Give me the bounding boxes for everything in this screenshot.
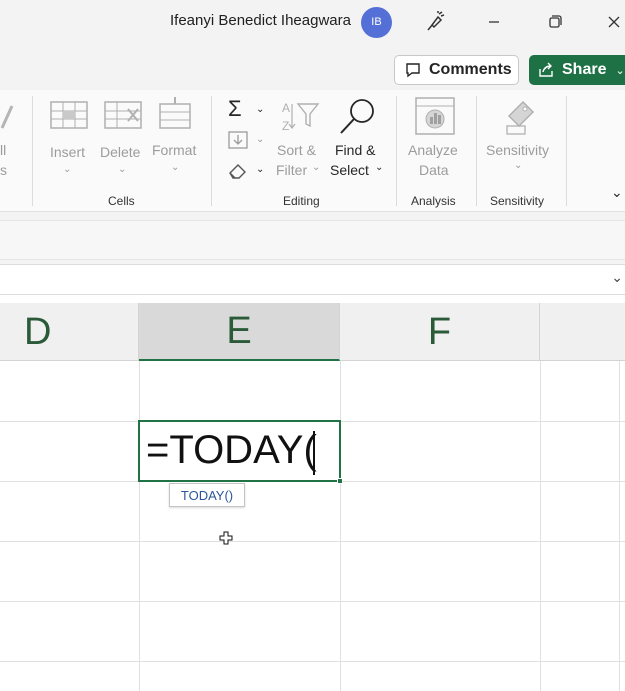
ribbon: ll s Insert ⌄ Delete ⌄ Format ⌄ Cells Σ …: [0, 90, 625, 212]
minimize-icon[interactable]: [482, 10, 506, 34]
format-cells-icon: [159, 97, 191, 129]
partial-ribbon-label-2: s: [0, 162, 7, 178]
autosum-dropdown-icon[interactable]: ⌄: [256, 104, 264, 115]
sort-filter-button[interactable]: Sort &: [277, 142, 316, 158]
sort-filter-icon: A Z: [282, 101, 320, 133]
sensitivity-button[interactable]: Sensitivity: [486, 142, 549, 158]
active-cell-e[interactable]: =TODAY(: [138, 420, 343, 484]
restore-icon[interactable]: [543, 10, 567, 34]
user-name: Ifeanyi Benedict Iheagwara: [170, 12, 351, 29]
title-bar: Ifeanyi Benedict Iheagwara IB: [0, 0, 625, 44]
column-header-f[interactable]: F: [340, 303, 540, 361]
find-select-dropdown-icon[interactable]: ⌄: [375, 162, 383, 173]
text-cursor: [313, 431, 315, 475]
delete-dropdown-icon[interactable]: ⌄: [118, 164, 126, 175]
sort-filter-dropdown-icon[interactable]: ⌄: [312, 162, 320, 173]
insert-cells-icon: [50, 101, 88, 129]
delete-cells-icon: [104, 101, 142, 129]
formula-bar[interactable]: [0, 220, 625, 260]
column-headers: D E F: [0, 303, 625, 361]
fill-icon[interactable]: [227, 130, 249, 150]
format-button[interactable]: Format: [152, 142, 196, 158]
share-label: Share: [562, 61, 607, 78]
action-row: Comments Share ⌄: [0, 44, 625, 90]
partial-paintbrush-icon: [0, 105, 14, 129]
insert-button[interactable]: Insert: [50, 144, 85, 160]
share-dropdown-icon[interactable]: ⌄: [615, 64, 624, 77]
comments-button[interactable]: Comments: [394, 55, 519, 85]
column-header-e[interactable]: E: [139, 303, 340, 361]
coauthoring-brush-icon[interactable]: [423, 10, 447, 34]
close-icon[interactable]: [602, 10, 625, 34]
find-select-button[interactable]: Find &: [335, 142, 375, 158]
ribbon-collapse-icon[interactable]: ⌄: [611, 184, 623, 201]
mouse-cross-cursor-icon: [219, 531, 233, 545]
share-icon: [539, 62, 553, 77]
comments-label: Comments: [429, 61, 512, 78]
user-avatar[interactable]: IB: [361, 7, 392, 38]
clear-dropdown-icon[interactable]: ⌄: [256, 164, 264, 175]
expand-formula-bar-icon[interactable]: ⌄: [611, 269, 623, 286]
formula-bar-area: [0, 212, 625, 264]
analyze-data-label-2: Data: [419, 162, 449, 178]
autosum-icon[interactable]: Σ: [228, 96, 242, 122]
column-header-g[interactable]: [540, 303, 625, 361]
svg-text:A: A: [282, 101, 290, 115]
delete-button[interactable]: Delete: [100, 144, 140, 160]
share-button[interactable]: Share ⌄: [529, 55, 625, 85]
magnifier-icon: [340, 99, 374, 134]
sensitivity-group-label: Sensitivity: [490, 194, 545, 208]
analysis-group-label: Analysis: [411, 194, 456, 208]
insert-dropdown-icon[interactable]: ⌄: [63, 164, 71, 175]
clear-eraser-icon[interactable]: [227, 160, 249, 180]
worksheet-grid[interactable]: D E F =TODAY( TODAY(): [0, 295, 625, 691]
analyze-data-icon: [415, 97, 455, 135]
sensitivity-dropdown-icon[interactable]: ⌄: [514, 160, 522, 171]
find-select-label-2: Select: [330, 162, 369, 178]
editing-group-label: Editing: [283, 194, 320, 208]
column-header-d[interactable]: D: [0, 303, 139, 361]
sensitivity-label-icon: [506, 100, 535, 135]
cell-formula-text: =TODAY(: [146, 428, 317, 472]
cells-group-label: Cells: [108, 194, 135, 208]
analyze-data-button[interactable]: Analyze: [408, 142, 458, 158]
svg-text:Z: Z: [282, 119, 289, 133]
sort-filter-label-2: Filter: [276, 162, 308, 178]
function-tooltip[interactable]: TODAY(): [169, 483, 245, 507]
comment-icon: [406, 63, 420, 78]
fill-handle[interactable]: [337, 478, 343, 484]
fill-dropdown-icon[interactable]: ⌄: [256, 134, 264, 145]
expand-formula-row: ⌄: [0, 264, 625, 295]
partial-ribbon-label: ll: [0, 142, 7, 158]
format-dropdown-icon[interactable]: ⌄: [171, 162, 179, 173]
